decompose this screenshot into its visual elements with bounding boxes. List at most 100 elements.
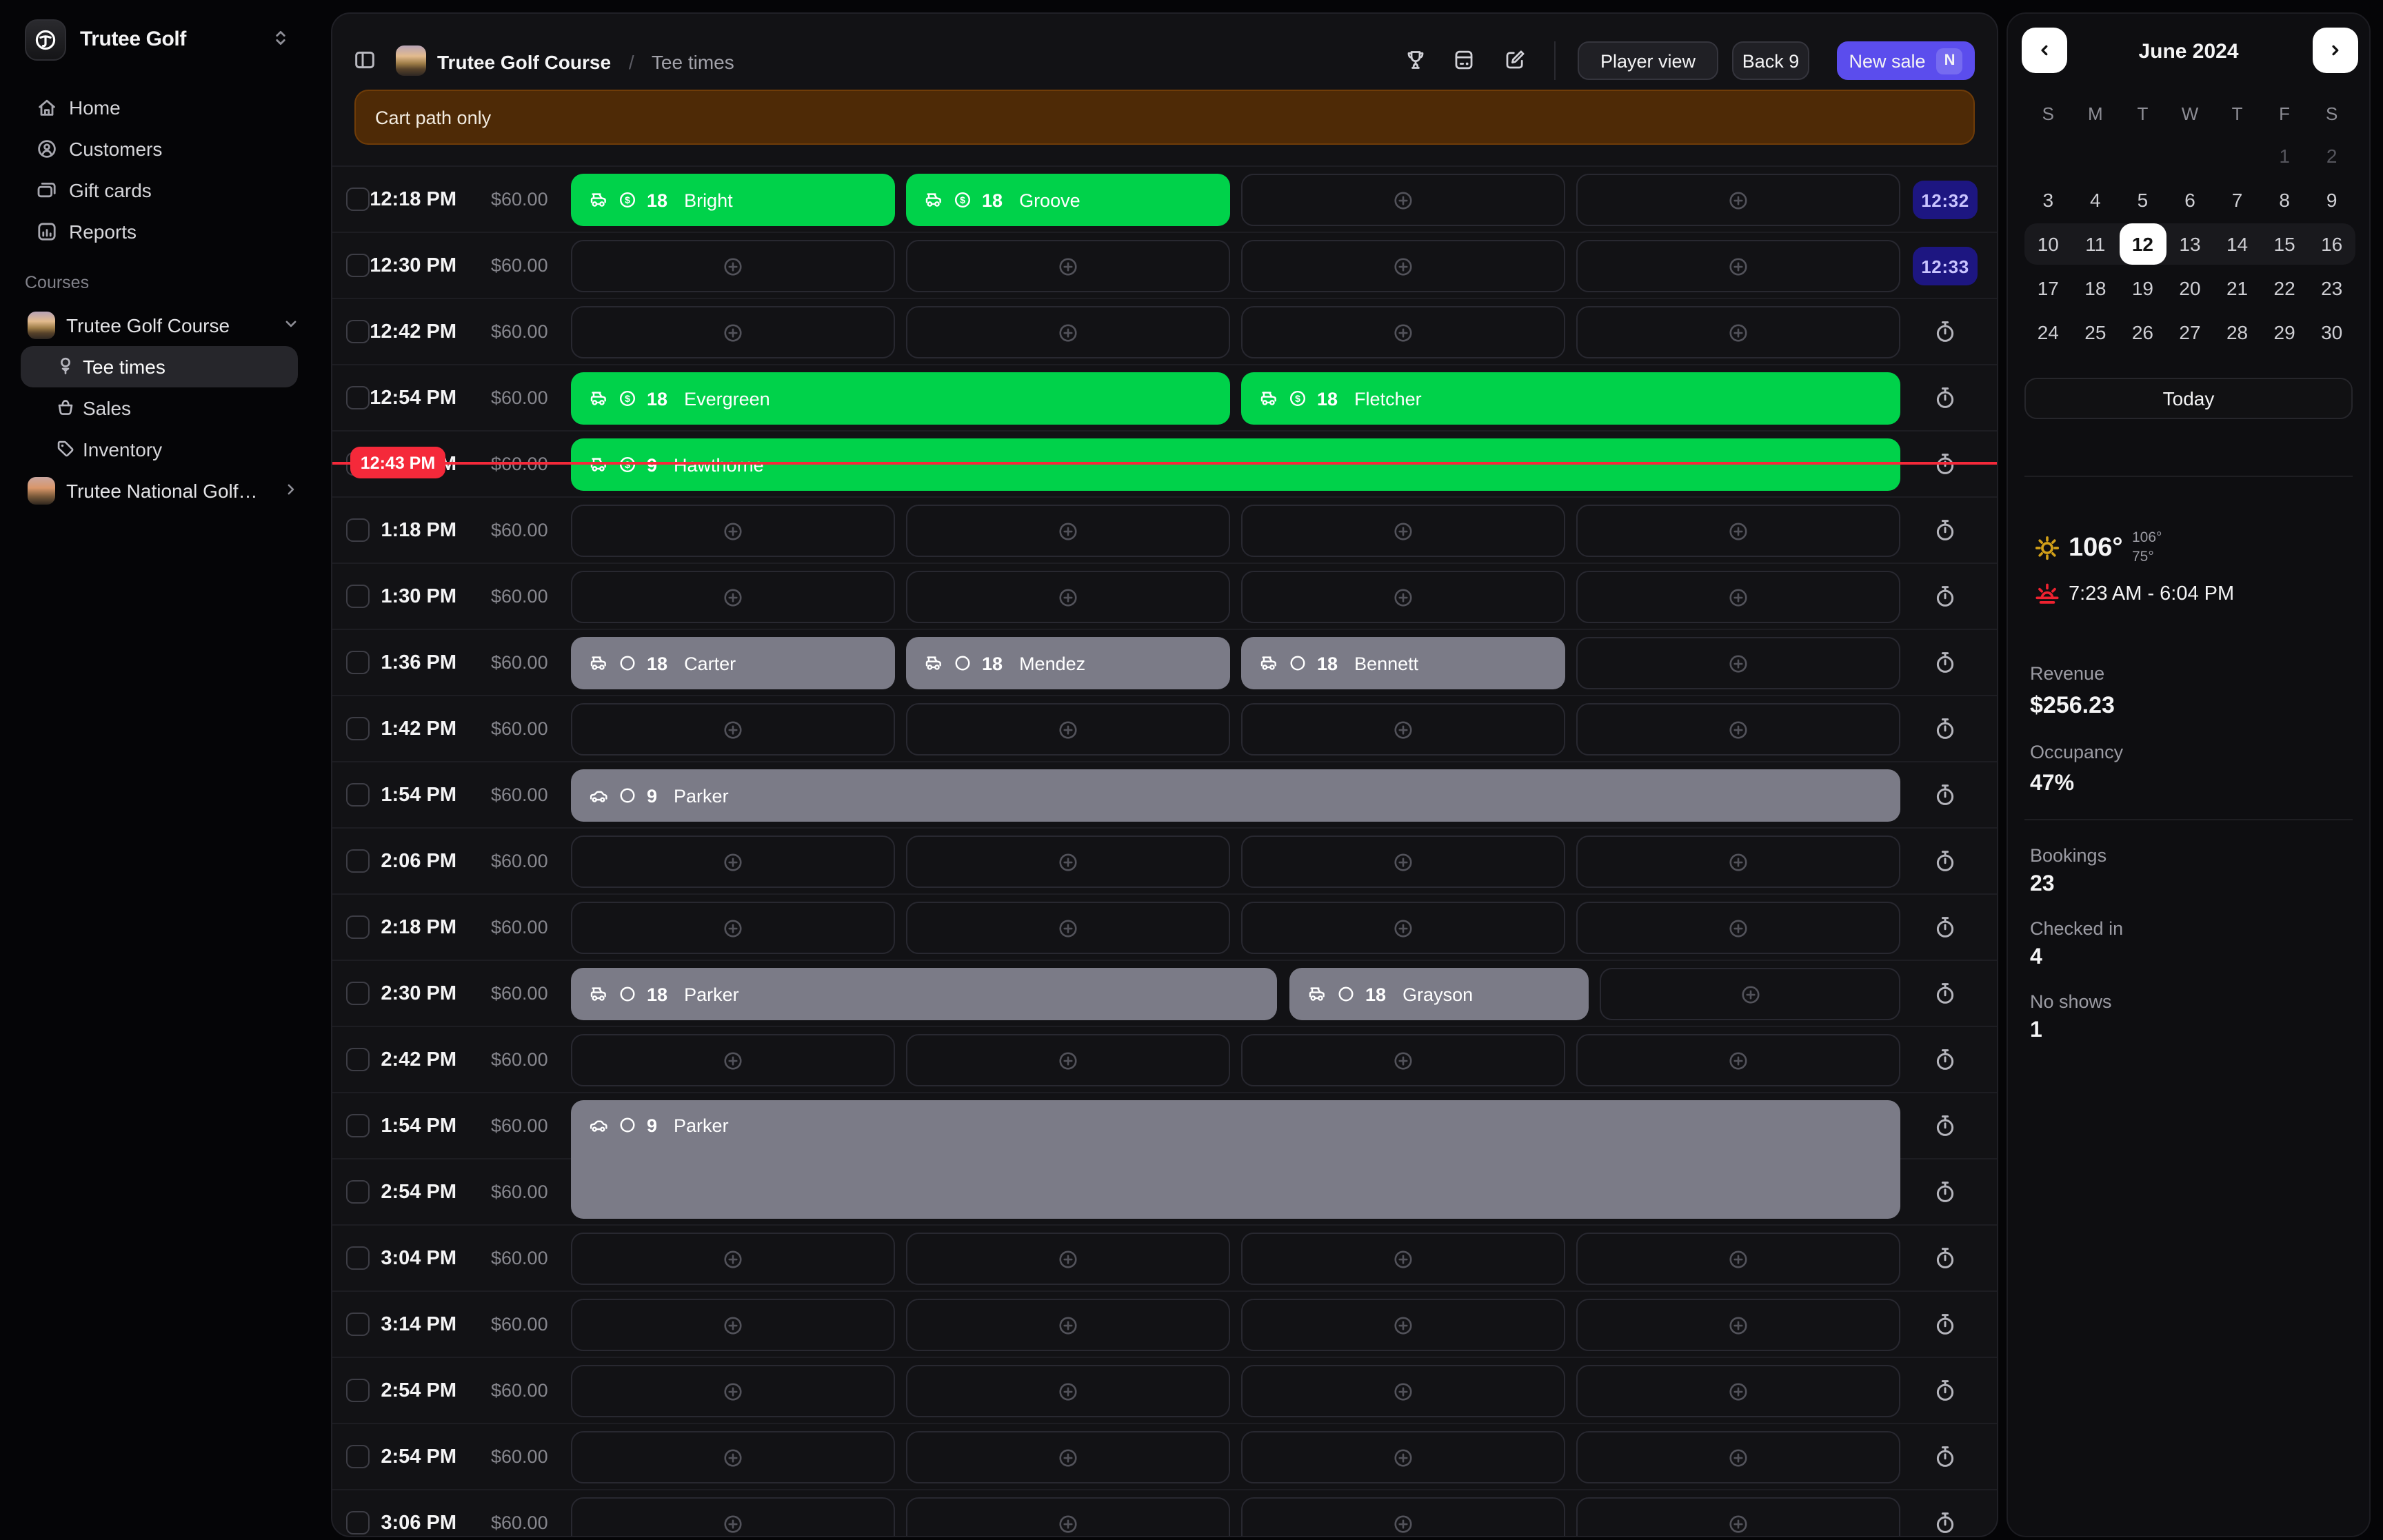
empty-slot-add-button[interactable] — [906, 703, 1230, 756]
sidebar-item-reports[interactable]: Reports — [0, 211, 331, 252]
calendar-date[interactable]: 30 — [2308, 312, 2355, 353]
workspace-switcher[interactable]: Trutee Golf — [0, 17, 331, 72]
timer-icon[interactable] — [1933, 518, 1957, 543]
empty-slot-add-button[interactable] — [1241, 1233, 1565, 1285]
empty-slot-add-button[interactable] — [571, 1365, 895, 1417]
timer-icon[interactable] — [1933, 717, 1957, 742]
empty-slot-add-button[interactable] — [571, 571, 895, 623]
timer-icon[interactable] — [1933, 320, 1957, 345]
timer-icon[interactable] — [1933, 849, 1957, 874]
empty-slot-add-button[interactable] — [571, 1034, 895, 1086]
calendar-date[interactable]: 29 — [2261, 312, 2309, 353]
empty-slot-add-button[interactable] — [1576, 505, 1900, 557]
booking-chip[interactable]: 9Parker — [571, 769, 1900, 822]
calendar-date[interactable]: 20 — [2166, 267, 2214, 309]
empty-slot-add-button[interactable] — [571, 240, 895, 292]
calendar-date[interactable]: 1 — [2261, 135, 2309, 176]
empty-slot-add-button[interactable] — [571, 306, 895, 358]
today-button[interactable]: Today — [2024, 378, 2353, 419]
empty-slot-add-button[interactable] — [906, 1431, 1230, 1483]
empty-slot-add-button[interactable] — [906, 240, 1230, 292]
terminal-icon[interactable] — [1452, 48, 1476, 79]
empty-slot-add-button[interactable] — [571, 1497, 895, 1537]
timer-icon[interactable] — [1933, 1511, 1957, 1536]
empty-slot-add-button[interactable] — [906, 1365, 1230, 1417]
calendar-date[interactable]: 15 — [2261, 223, 2309, 265]
calendar-date[interactable]: 12 — [2119, 223, 2166, 265]
booking-chip[interactable]: 18Grayson — [1289, 968, 1589, 1020]
empty-slot-add-button[interactable] — [571, 1431, 895, 1483]
calendar-date[interactable]: 24 — [2024, 312, 2072, 353]
breadcrumb-course[interactable]: Trutee Golf Course — [437, 51, 611, 73]
sidebar-item-inventory[interactable]: Inventory — [21, 429, 298, 470]
calendar-date[interactable]: 14 — [2213, 223, 2261, 265]
empty-slot-add-button[interactable] — [1576, 703, 1900, 756]
empty-slot-add-button[interactable] — [1576, 240, 1900, 292]
calendar-date[interactable]: 3 — [2024, 179, 2072, 221]
empty-slot-add-button[interactable] — [1576, 1431, 1900, 1483]
booking-chip[interactable]: $18Evergreen — [571, 372, 1230, 425]
calendar-date[interactable]: 23 — [2308, 267, 2355, 309]
empty-slot-add-button[interactable] — [1241, 1497, 1565, 1537]
sidebar-item-sales[interactable]: Sales — [21, 387, 298, 429]
calendar-date[interactable]: 18 — [2072, 267, 2120, 309]
pace-time-pill[interactable]: 12:32 — [1913, 181, 1978, 219]
empty-slot-add-button[interactable] — [1576, 1365, 1900, 1417]
empty-slot-add-button[interactable] — [571, 505, 895, 557]
empty-slot-add-button[interactable] — [1241, 306, 1565, 358]
calendar-date[interactable]: 6 — [2166, 179, 2214, 221]
player-view-button[interactable]: Player view — [1578, 41, 1718, 80]
notes-icon[interactable] — [1503, 48, 1527, 79]
calendar-date[interactable]: 5 — [2119, 179, 2166, 221]
empty-slot-add-button[interactable] — [906, 505, 1230, 557]
empty-slot-add-button[interactable] — [1576, 306, 1900, 358]
calendar-date[interactable]: 22 — [2261, 267, 2309, 309]
collapse-sidebar-icon[interactable] — [353, 48, 376, 79]
empty-slot-add-button[interactable] — [1576, 835, 1900, 888]
back-9-button[interactable]: Back 9 — [1732, 41, 1809, 80]
empty-slot-add-button[interactable] — [1241, 571, 1565, 623]
timer-icon[interactable] — [1933, 1445, 1957, 1470]
calendar-date[interactable]: 21 — [2213, 267, 2261, 309]
empty-slot-add-button[interactable] — [1241, 1431, 1565, 1483]
booking-chip[interactable]: 18Carter — [571, 637, 895, 689]
calendar-date[interactable]: 11 — [2072, 223, 2120, 265]
empty-slot-add-button[interactable] — [1241, 902, 1565, 954]
empty-slot-add-button[interactable] — [1576, 1299, 1900, 1351]
sidebar-course-trutee-national[interactable]: Trutee National Golf… — [17, 472, 314, 510]
sidebar-item-gift-cards[interactable]: Gift cards — [0, 170, 331, 211]
alert-banner[interactable]: Cart path only — [354, 90, 1975, 145]
empty-slot-add-button[interactable] — [1576, 571, 1900, 623]
empty-slot-add-button[interactable] — [906, 306, 1230, 358]
timer-icon[interactable] — [1933, 915, 1957, 940]
empty-slot-add-button[interactable] — [1241, 835, 1565, 888]
timer-icon[interactable] — [1933, 1379, 1957, 1404]
calendar-date[interactable]: 2 — [2308, 135, 2355, 176]
timer-icon[interactable] — [1933, 1048, 1957, 1073]
calendar-date[interactable]: 25 — [2072, 312, 2120, 353]
calendar-next-button[interactable] — [2313, 28, 2358, 73]
empty-slot-add-button[interactable] — [906, 902, 1230, 954]
empty-slot-add-button[interactable] — [1241, 174, 1565, 226]
empty-slot-add-button[interactable] — [1576, 174, 1900, 226]
new-sale-button[interactable]: New saleN — [1837, 41, 1975, 80]
calendar-date[interactable]: 17 — [2024, 267, 2072, 309]
empty-slot-add-button[interactable] — [906, 835, 1230, 888]
calendar-date[interactable]: 16 — [2308, 223, 2355, 265]
empty-slot-add-button[interactable] — [571, 902, 895, 954]
sidebar-item-customers[interactable]: Customers — [0, 128, 331, 170]
timer-icon[interactable] — [1933, 1180, 1957, 1205]
empty-slot-add-button[interactable] — [571, 703, 895, 756]
booking-chip[interactable]: 18Bennett — [1241, 637, 1565, 689]
sidebar-course-trutee-golf[interactable]: Trutee Golf Course — [17, 306, 314, 345]
timer-icon[interactable] — [1933, 386, 1957, 411]
booking-chip[interactable]: 9Parker — [571, 1100, 1900, 1219]
empty-slot-add-button[interactable] — [1576, 1034, 1900, 1086]
empty-slot-add-button[interactable] — [1576, 902, 1900, 954]
timer-icon[interactable] — [1933, 1246, 1957, 1271]
empty-slot-add-button[interactable] — [1241, 703, 1565, 756]
empty-slot-add-button[interactable] — [1576, 1233, 1900, 1285]
timer-icon[interactable] — [1933, 651, 1957, 676]
empty-slot-add-button[interactable] — [906, 571, 1230, 623]
timer-icon[interactable] — [1933, 1114, 1957, 1139]
